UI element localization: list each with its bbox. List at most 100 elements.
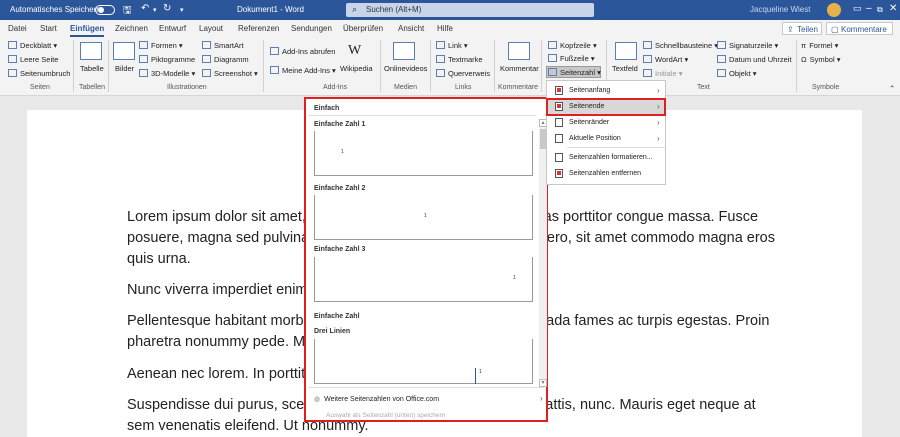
textbox-icon[interactable]: [615, 42, 637, 60]
seitenzahl-button[interactable]: Seitenzahl ▾: [548, 68, 601, 77]
autosave-toggle[interactable]: [95, 5, 115, 15]
save-icon[interactable]: 🖫: [123, 3, 132, 20]
cover-page-icon: [8, 41, 17, 49]
format-page-numbers-icon: [555, 153, 563, 162]
ribbon-separator: [796, 40, 797, 92]
scroll-down-icon[interactable]: ▾: [539, 379, 547, 387]
vertical-scrollbar[interactable]: [885, 110, 895, 437]
tabelle-button[interactable]: Tabelle: [80, 64, 104, 73]
ribbon: Deckblatt ▾ Leere Seite Seitenumbruch Se…: [0, 37, 900, 96]
seitenumbruch-button[interactable]: Seitenumbruch: [8, 69, 70, 78]
kopfzeile-button[interactable]: Kopfzeile ▾: [548, 41, 597, 50]
comment-new-icon[interactable]: [508, 42, 530, 60]
add-ins-abrufen-button[interactable]: Add-Ins abrufen: [270, 47, 335, 56]
tab-ueberpruefen[interactable]: Überprüfen: [343, 24, 383, 33]
screenshot-button[interactable]: Screenshot ▾: [202, 69, 258, 78]
tab-sendungen[interactable]: Sendungen: [291, 24, 332, 33]
tab-zeichnen[interactable]: Zeichnen: [115, 24, 148, 33]
querverweis-button[interactable]: Querverweis: [436, 69, 490, 78]
datum-uhrzeit-button[interactable]: Datum und Uhrzeit: [717, 55, 792, 64]
gallery-item-name: Einfache Zahl 2: [314, 185, 366, 192]
table-icon[interactable]: [80, 42, 102, 60]
search-box[interactable]: ⌕ Suchen (Alt+M): [346, 3, 594, 17]
tab-ansicht[interactable]: Ansicht: [398, 24, 424, 33]
avatar[interactable]: [827, 3, 841, 17]
symbol-button[interactable]: Ω Symbol ▾: [801, 55, 840, 64]
seitenzahl-menu: Seitenanfang › Seitenende › Seitenränder…: [546, 80, 666, 185]
pictures-icon[interactable]: [113, 42, 135, 60]
link-icon: [436, 41, 445, 49]
online-video-icon[interactable]: [393, 42, 415, 60]
textfeld-button[interactable]: Textfeld: [612, 64, 638, 73]
tab-einfuegen[interactable]: Einfügen: [70, 24, 105, 37]
gallery-group-name: Einfache Zahl: [314, 313, 360, 320]
schnellbausteine-button[interactable]: Schnellbausteine ▾: [643, 41, 718, 50]
gallery-item-name: Einfache Zahl 3: [314, 246, 366, 253]
formel-button[interactable]: π Formel ▾: [801, 41, 838, 50]
textmarke-button[interactable]: Textmarke: [436, 55, 483, 64]
tab-referenzen[interactable]: Referenzen: [238, 24, 279, 33]
wikipedia-button[interactable]: Wikipedia: [340, 64, 373, 73]
kommentar-button[interactable]: Kommentar: [500, 64, 539, 73]
undo-icon[interactable]: ↶: [141, 3, 149, 14]
chart-icon: [202, 55, 211, 63]
onlinevideos-button[interactable]: Onlinevideos: [384, 64, 427, 73]
wordart-button[interactable]: WordArt ▾: [643, 55, 688, 64]
formen-button[interactable]: Formen ▾: [139, 41, 183, 50]
ribbon-separator: [430, 40, 431, 92]
objekt-button[interactable]: Objekt ▾: [717, 69, 757, 78]
menu-item-seitenanfang[interactable]: Seitenanfang ›: [547, 83, 665, 99]
restore-icon[interactable]: ⧉: [877, 5, 883, 15]
undo-dropdown-icon[interactable]: ▾: [153, 6, 157, 14]
tab-hilfe[interactable]: Hilfe: [437, 24, 453, 33]
bilder-button[interactable]: Bilder: [115, 64, 134, 73]
menu-item-aktuelle-position[interactable]: Aktuelle Position ›: [547, 131, 665, 147]
gallery-item-einfache-zahl-2[interactable]: 1: [314, 195, 533, 240]
close-icon[interactable]: ✕: [889, 3, 897, 14]
more-page-numbers-link[interactable]: ◍ Weitere Seitenzahlen von Office.com: [314, 395, 439, 403]
autosave-label: Automatisches Speichern: [10, 5, 101, 14]
gallery-item-einfache-zahl-1[interactable]: 1: [314, 131, 533, 176]
wikipedia-icon[interactable]: W: [348, 43, 361, 59]
tab-start[interactable]: Start: [40, 24, 57, 33]
page-number-preview: 1: [341, 149, 344, 155]
tab-entwurf[interactable]: Entwurf: [159, 24, 186, 33]
tab-layout[interactable]: Layout: [199, 24, 223, 33]
3d-modelle-button[interactable]: 3D-Modelle ▾: [139, 69, 195, 78]
user-name[interactable]: Jacqueline Wiest: [750, 5, 810, 14]
gallery-section-header: Einfach: [314, 105, 340, 112]
minimize-icon[interactable]: –: [866, 3, 872, 14]
ribbon-display-icon[interactable]: ▭: [853, 3, 862, 14]
customize-toolbar-icon[interactable]: ▾: [180, 6, 184, 14]
gallery-header-divider: [308, 115, 536, 116]
smartart-button[interactable]: SmartArt: [202, 41, 244, 50]
share-button[interactable]: ⇪ Teilen: [782, 22, 822, 35]
header-icon: [548, 41, 557, 49]
diagramm-button[interactable]: Diagramm: [202, 55, 249, 64]
collapse-ribbon-icon[interactable]: ⌃: [889, 84, 895, 93]
initiale-button[interactable]: Initiale ▾: [643, 69, 683, 78]
ribbon-separator: [263, 40, 264, 92]
link-button[interactable]: Link ▾: [436, 41, 468, 50]
menu-item-seitenraender[interactable]: Seitenränder ›: [547, 115, 665, 131]
search-icon: ⌕: [352, 4, 358, 14]
meine-add-ins-button[interactable]: Meine Add-Ins ▾: [270, 66, 336, 75]
gallery-item-einfache-zahl-3[interactable]: 1: [314, 257, 533, 302]
fusszeile-button[interactable]: Fußzeile ▾: [548, 54, 595, 63]
menu-item-seitenzahlen-formatieren[interactable]: Seitenzahlen formatieren...: [547, 150, 665, 166]
group-label-text: Text: [697, 84, 710, 91]
menu-item-seitenzahlen-entfernen[interactable]: Seitenzahlen entfernen: [547, 166, 665, 182]
search-placeholder: Suchen (Alt+M): [366, 5, 422, 14]
blank-page-icon: [8, 55, 17, 63]
smartart-icon: [202, 41, 211, 49]
leere-seite-button[interactable]: Leere Seite: [8, 55, 58, 64]
gallery-item-drei-linien[interactable]: 1: [314, 339, 533, 384]
page-number-gallery: Einfach Einfache Zahl 1 1 Einfache Zahl …: [304, 97, 548, 422]
piktogramme-button[interactable]: Piktogramme: [139, 55, 195, 64]
comments-button[interactable]: ▢ Kommentare: [826, 22, 893, 35]
signaturzeile-button[interactable]: Signaturzeile ▾: [717, 41, 778, 50]
menu-item-seitenende[interactable]: Seitenende ›: [546, 98, 666, 116]
redo-icon[interactable]: ↻: [163, 3, 171, 14]
tab-datei[interactable]: Datei: [8, 24, 27, 33]
deckblatt-button[interactable]: Deckblatt ▾: [8, 41, 57, 50]
